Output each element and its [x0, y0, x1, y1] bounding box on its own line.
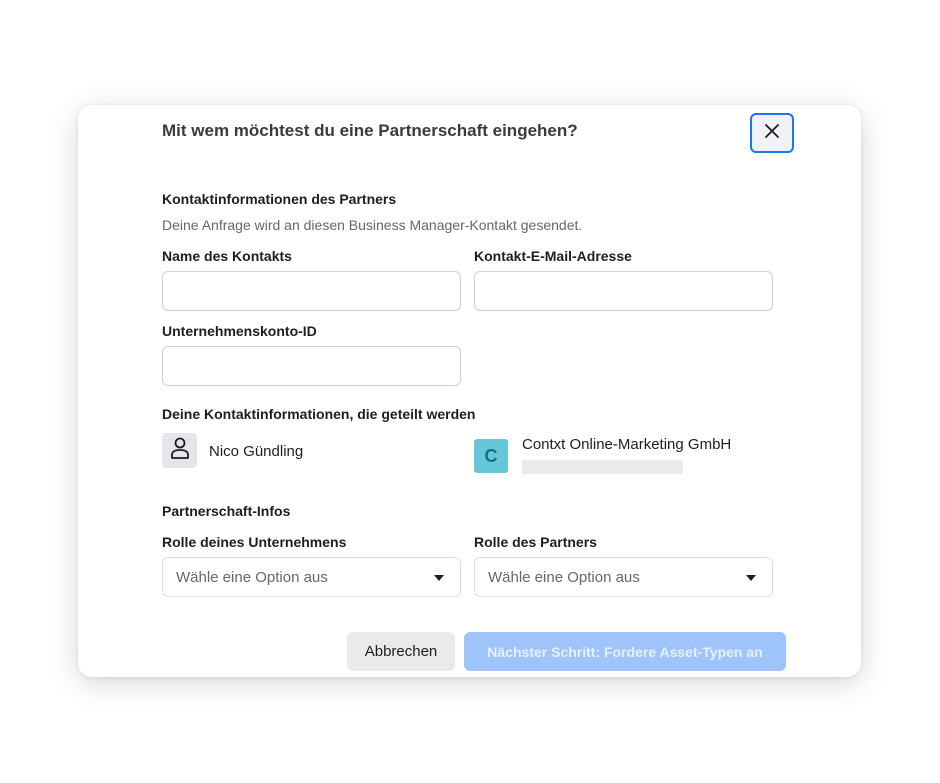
own-role-select[interactable]: Wähle eine Option aus	[162, 557, 461, 597]
company-name: Contxt Online-Marketing GmbH	[522, 436, 732, 453]
company-detail-placeholder	[522, 460, 683, 474]
own-role-value: Wähle eine Option aus	[176, 569, 328, 586]
contact-name-input[interactable]	[162, 271, 461, 311]
close-icon	[764, 123, 780, 144]
partner-contact-heading: Kontaktinformationen des Partners	[162, 191, 397, 207]
account-id-input[interactable]	[162, 346, 461, 386]
shared-info-heading: Deine Kontaktinformationen, die geteilt …	[162, 406, 476, 422]
contact-email-input[interactable]	[474, 271, 773, 311]
avatar	[162, 433, 197, 468]
person-icon	[169, 436, 191, 465]
own-role-label: Rolle deines Unternehmens	[162, 534, 347, 550]
company-logo: C	[474, 439, 508, 473]
person-name: Nico Gündling	[209, 443, 304, 460]
caret-down-icon	[746, 575, 756, 581]
caret-down-icon	[434, 575, 444, 581]
dialog-title: Mit wem möchtest du eine Partnerschaft e…	[162, 121, 578, 140]
cancel-button[interactable]: Abbrechen	[347, 632, 455, 671]
partner-contact-description: Deine Anfrage wird an diesen Business Ma…	[162, 217, 583, 233]
contact-name-label: Name des Kontakts	[162, 248, 292, 264]
partner-role-value: Wähle eine Option aus	[488, 569, 640, 586]
partnership-dialog: Mit wem möchtest du eine Partnerschaft e…	[78, 105, 861, 677]
account-id-label: Unternehmenskonto-ID	[162, 323, 317, 339]
partner-role-label: Rolle des Partners	[474, 534, 597, 550]
next-step-button[interactable]: Nächster Schritt: Fordere Asset-Typen an	[464, 632, 786, 671]
close-button[interactable]	[750, 113, 794, 153]
contact-email-label: Kontakt-E-Mail-Adresse	[474, 248, 632, 264]
partnership-info-heading: Partnerschaft-Infos	[162, 503, 291, 519]
partner-role-select[interactable]: Wähle eine Option aus	[474, 557, 773, 597]
